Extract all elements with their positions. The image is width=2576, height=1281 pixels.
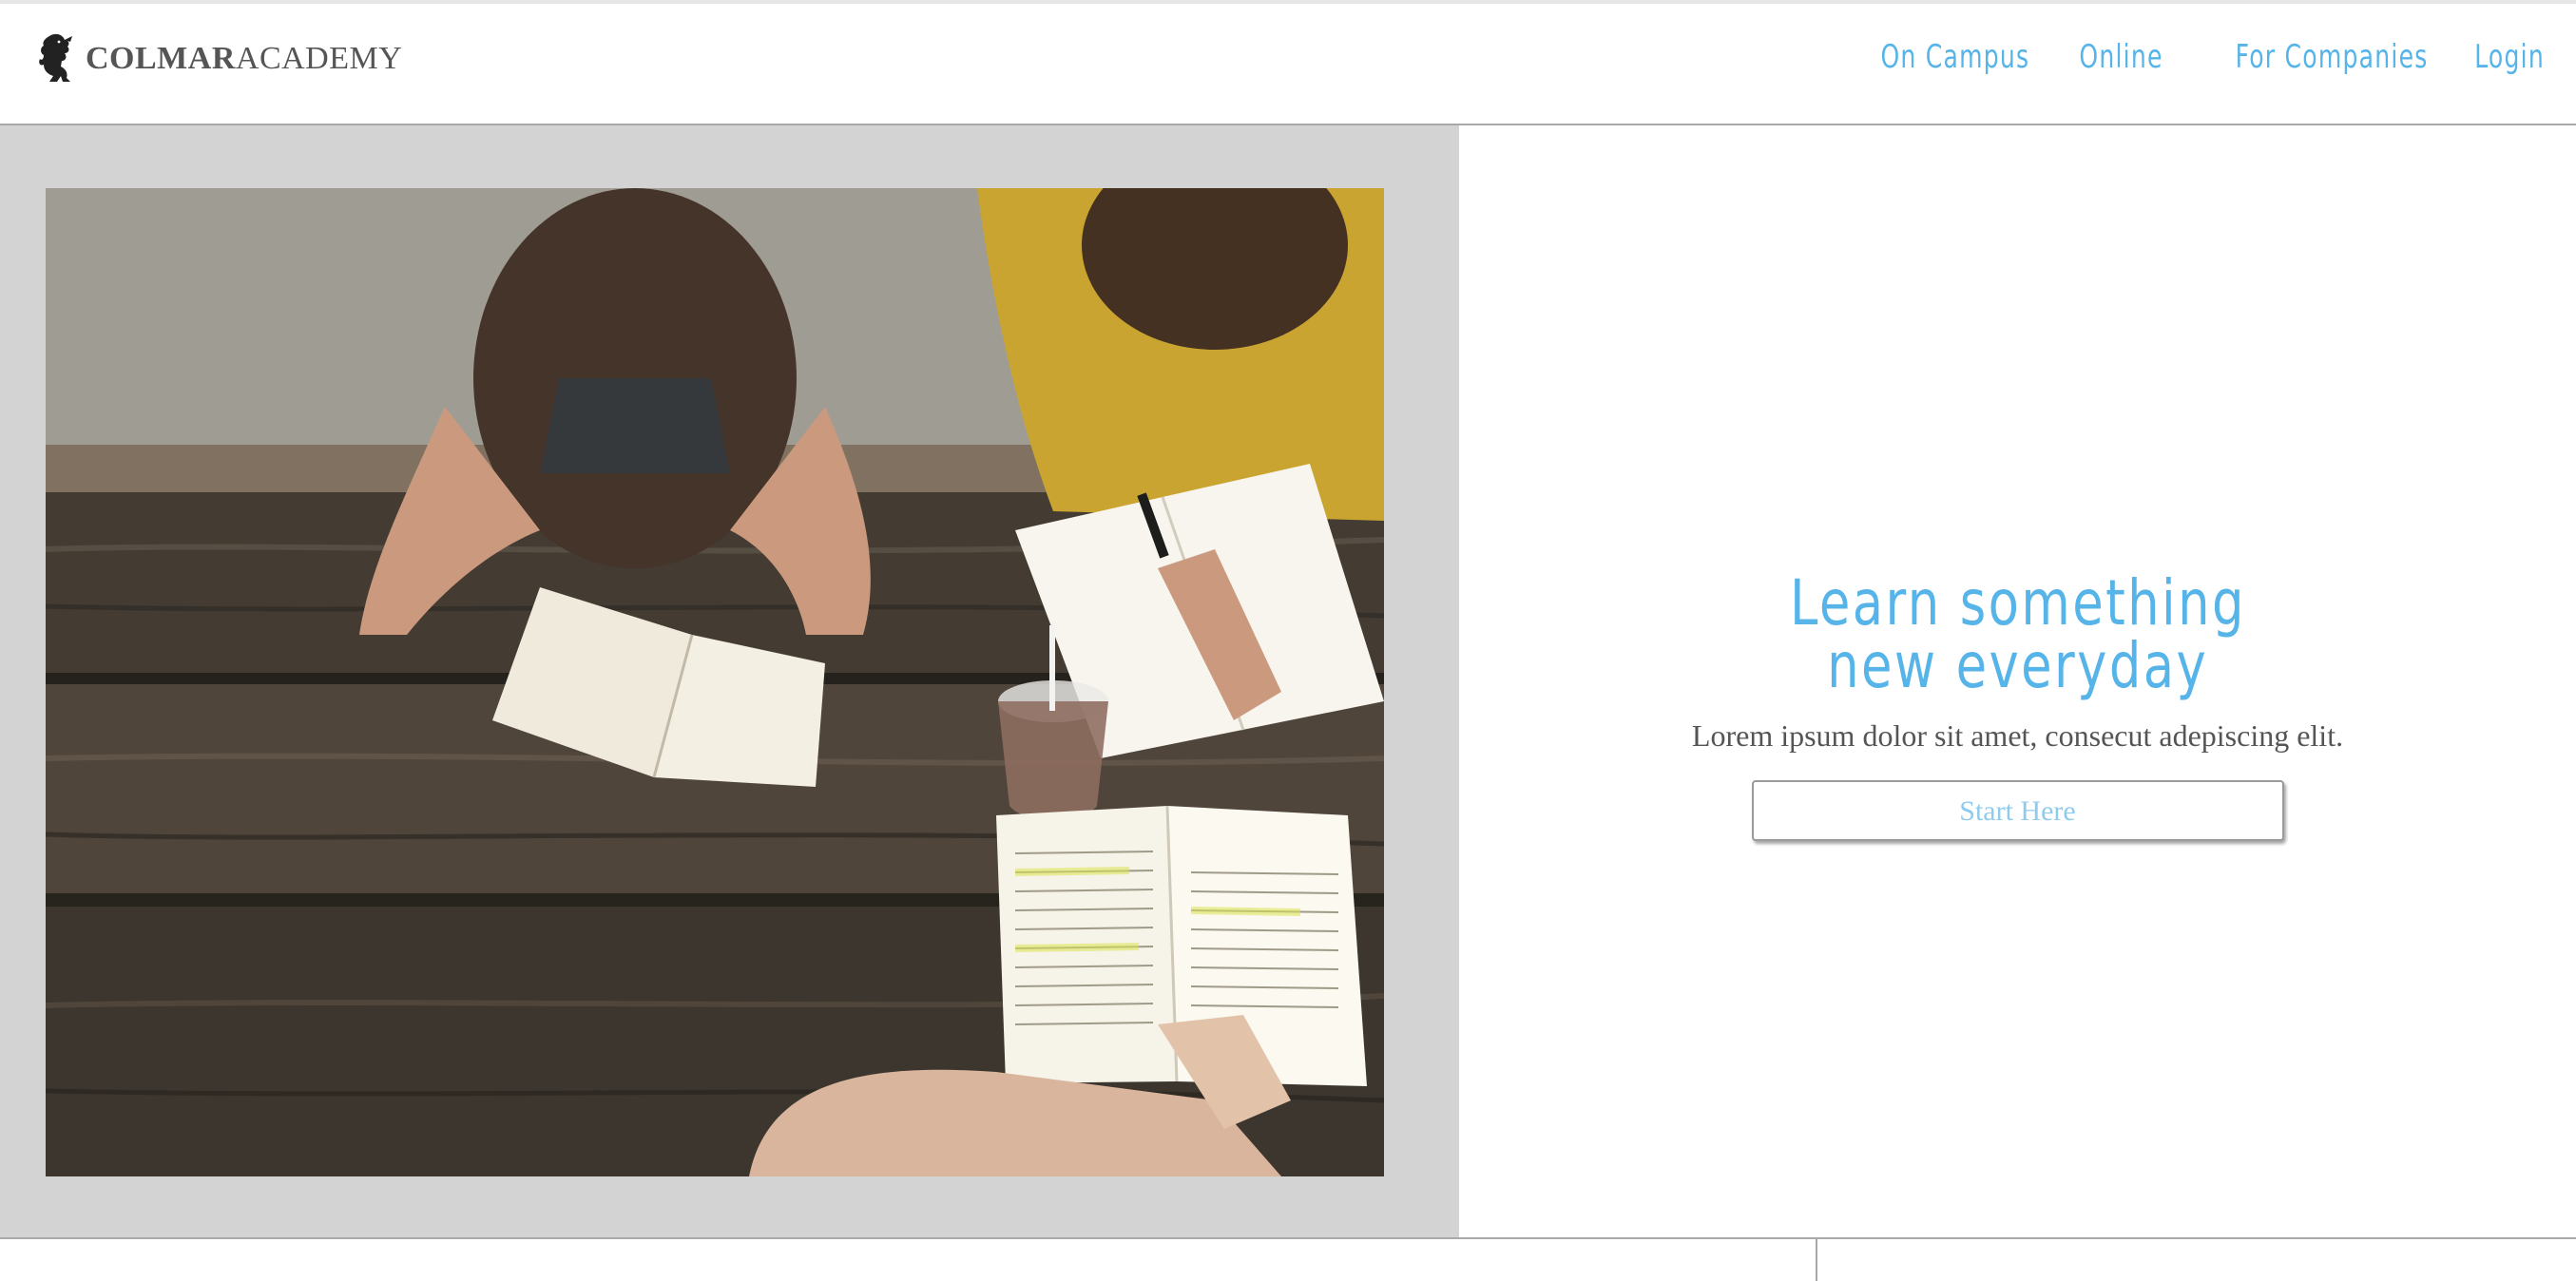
page: COLMARACADEMY On Campus Online For Compa… — [0, 0, 2576, 1281]
site-header: COLMARACADEMY On Campus Online For Compa… — [0, 4, 2576, 125]
logo-light-text: ACADEMY — [235, 41, 403, 76]
main-nav: On Campus Online For Companies Login — [1848, 38, 2545, 76]
hero-copy: Learn something new everyday Lorem ipsum… — [1459, 572, 2576, 841]
nav-link-login[interactable]: Login — [2474, 38, 2545, 76]
logo-bold-text: COLMAR — [86, 41, 236, 76]
nav-link-online[interactable]: Online — [2079, 38, 2163, 76]
hero-subtitle: Lorem ipsum dolor sit amet, consecut ade… — [1691, 718, 2344, 753]
hero-content-panel: Learn something new everyday Lorem ipsum… — [1459, 125, 2576, 1237]
footer-strip — [0, 1237, 2576, 1281]
logo-text: COLMARACADEMY — [86, 41, 402, 77]
hero-title-line-2: new everyday — [1826, 629, 2208, 702]
hero-photo — [46, 188, 1384, 1176]
nav-link-on-campus[interactable]: On Campus — [1881, 38, 2030, 76]
hero-section: Learn something new everyday Lorem ipsum… — [0, 125, 2576, 1237]
hero-title-line-1: Learn something — [1789, 566, 2246, 640]
students-reading-image — [46, 188, 1384, 1176]
site-logo[interactable]: COLMARACADEMY — [36, 32, 402, 86]
footer-divider — [1816, 1239, 1817, 1281]
hero-image-panel — [0, 125, 1459, 1237]
nav-link-for-companies[interactable]: For Companies — [2236, 38, 2429, 76]
hero-title: Learn something new everyday — [1459, 572, 2576, 698]
start-here-button[interactable]: Start Here — [1751, 780, 2284, 841]
lion-rampant-icon — [39, 33, 72, 82]
